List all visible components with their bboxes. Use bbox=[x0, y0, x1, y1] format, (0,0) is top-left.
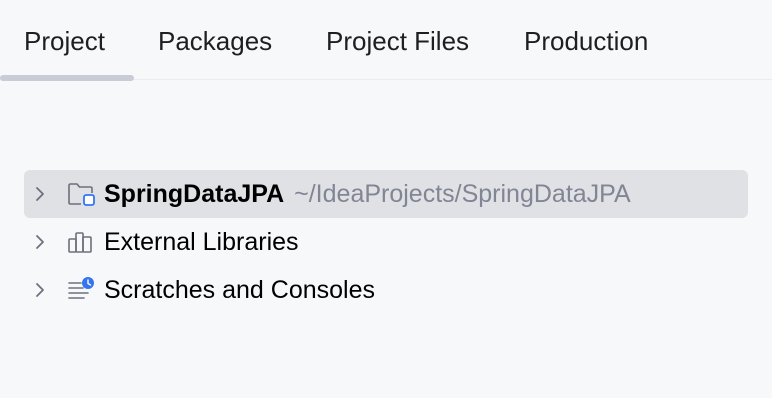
scratches-icon bbox=[68, 277, 94, 299]
tree-item-external-libraries[interactable]: External Libraries bbox=[24, 218, 748, 266]
chevron-right-icon[interactable] bbox=[30, 184, 50, 204]
tree-item-scratches-and-consoles[interactable]: Scratches and Consoles bbox=[24, 266, 748, 314]
project-name: SpringDataJPA bbox=[104, 180, 285, 208]
active-tab-indicator bbox=[0, 75, 134, 81]
chevron-right-icon[interactable] bbox=[30, 280, 50, 300]
tab-project-files[interactable]: Project Files bbox=[326, 26, 469, 56]
libraries-icon bbox=[68, 232, 92, 253]
project-path: ~/IdeaProjects/SpringDataJPA bbox=[294, 180, 631, 208]
tree-item-label: External Libraries bbox=[104, 228, 299, 256]
tab-packages[interactable]: Packages bbox=[158, 26, 272, 56]
tree-item-label: SpringDataJPA ~/IdeaProjects/SpringDataJP… bbox=[104, 179, 631, 209]
chevron-right-icon[interactable] bbox=[30, 232, 50, 252]
project-folder-icon bbox=[68, 183, 95, 206]
tab-project[interactable]: Project bbox=[24, 26, 105, 56]
tab-production[interactable]: Production bbox=[524, 26, 648, 56]
tree-item-springdatajpa[interactable]: SpringDataJPA ~/IdeaProjects/SpringDataJP… bbox=[24, 170, 748, 218]
tree-item-label: Scratches and Consoles bbox=[104, 276, 375, 304]
tool-window-tab-bar: Project Packages Project Files Productio… bbox=[0, 0, 772, 81]
